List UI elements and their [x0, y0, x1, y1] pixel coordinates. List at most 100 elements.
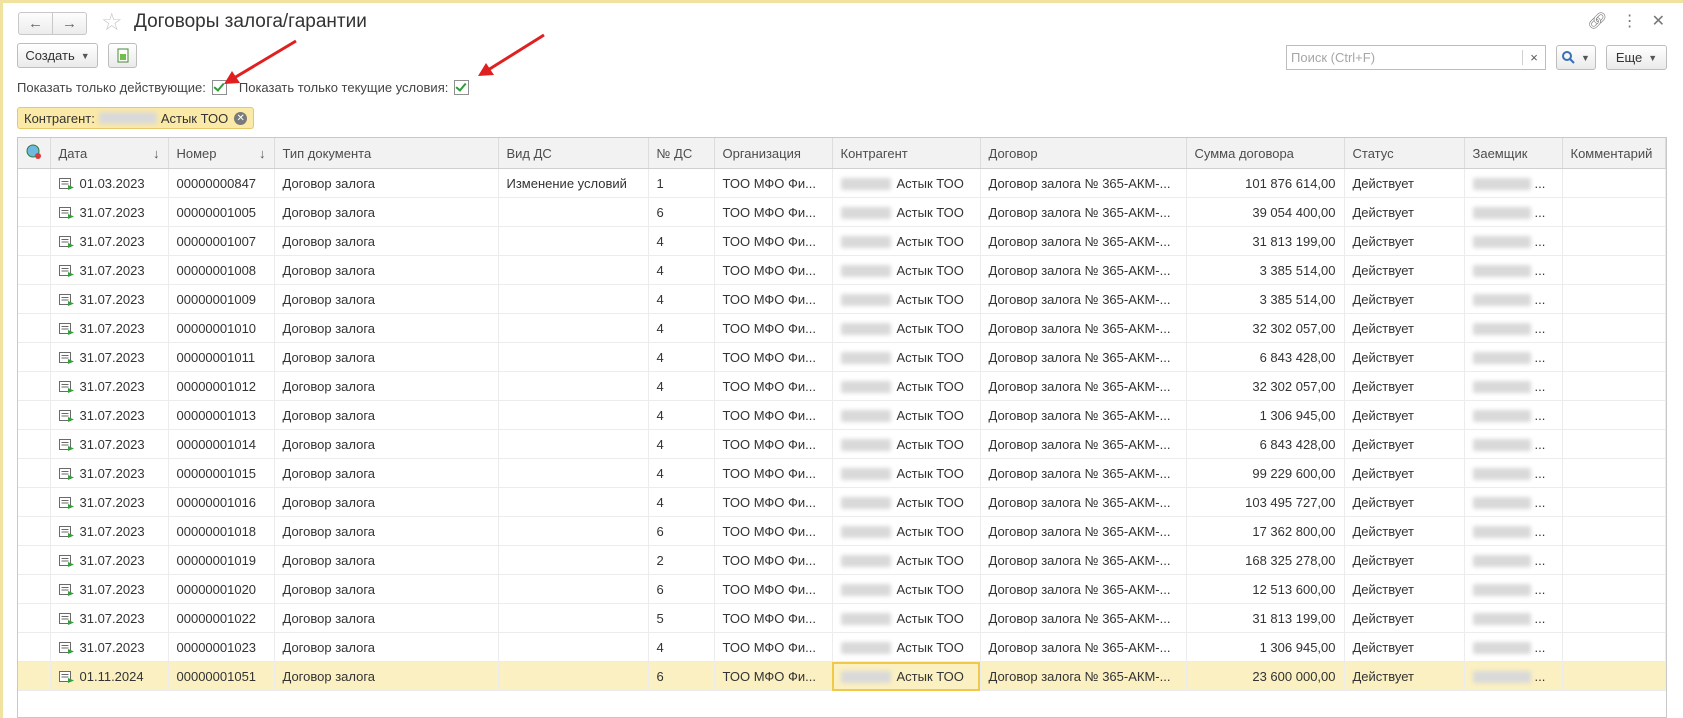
cell-contract[interactable]: Договор залога № 365-АКМ-... — [980, 197, 1187, 227]
cell-date[interactable]: 31.07.2023 — [50, 371, 169, 401]
cell-borrower[interactable]: ... — [1464, 661, 1563, 691]
cell-borrower[interactable]: ... — [1464, 284, 1563, 314]
cell-status[interactable]: Действует — [1344, 574, 1465, 604]
more-button[interactable]: Еще ▼ — [1606, 45, 1667, 70]
cell-borrower[interactable]: ... — [1464, 429, 1563, 459]
cell-kind[interactable] — [498, 226, 649, 256]
cell-borrower[interactable]: ... — [1464, 400, 1563, 430]
cell-contract[interactable]: Договор залога № 365-АКМ-... — [980, 255, 1187, 285]
cell-organization[interactable]: ТОО МФО Фи... — [714, 661, 833, 691]
table-row[interactable]: 31.07.2023 00000001012 Договор залога 4 ТОО … — [18, 371, 1666, 401]
cell-counterparty[interactable]: Астык ТОО — [832, 458, 981, 488]
cell-number[interactable]: 00000001016 — [168, 487, 275, 517]
cell-ds[interactable]: 4 — [648, 632, 715, 662]
cell-date[interactable]: 01.03.2023 — [50, 168, 169, 198]
cell-date[interactable]: 31.07.2023 — [50, 574, 169, 604]
cell-borrower[interactable]: ... — [1464, 342, 1563, 372]
cell-type[interactable]: Договор залога — [274, 168, 499, 198]
cell-type[interactable]: Договор залога — [274, 400, 499, 430]
cell-date[interactable]: 31.07.2023 — [50, 458, 169, 488]
cell-borrower[interactable]: ... — [1464, 545, 1563, 575]
cell-counterparty[interactable]: Астык ТОО — [832, 255, 981, 285]
cell-organization[interactable]: ТОО МФО Фи... — [714, 371, 833, 401]
cell-date[interactable]: 31.07.2023 — [50, 603, 169, 633]
cell-sum[interactable]: 12 513 600,00 — [1186, 574, 1345, 604]
cell-status[interactable]: Действует — [1344, 632, 1465, 662]
cell-kind[interactable] — [498, 429, 649, 459]
cell-borrower[interactable]: ... — [1464, 632, 1563, 662]
cell-sum[interactable]: 103 495 727,00 — [1186, 487, 1345, 517]
cell-comment[interactable] — [1562, 255, 1666, 285]
cell-icon[interactable] — [18, 516, 51, 546]
cell-ds[interactable]: 1 — [648, 168, 715, 198]
cell-kind[interactable] — [498, 197, 649, 227]
cell-status[interactable]: Действует — [1344, 429, 1465, 459]
cell-date[interactable]: 31.07.2023 — [50, 429, 169, 459]
cell-number[interactable]: 00000000847 — [168, 168, 275, 198]
cell-number[interactable]: 00000001051 — [168, 661, 275, 691]
cell-contract[interactable]: Договор залога № 365-АКМ-... — [980, 661, 1187, 691]
cell-contract[interactable]: Договор залога № 365-АКМ-... — [980, 313, 1187, 343]
cell-sum[interactable]: 6 843 428,00 — [1186, 342, 1345, 372]
cell-organization[interactable]: ТОО МФО Фи... — [714, 400, 833, 430]
table-row[interactable]: 31.07.2023 00000001019 Договор залога 2 ТОО … — [18, 545, 1666, 575]
column-header-status[interactable]: Статус — [1344, 138, 1465, 169]
back-button[interactable]: ← — [18, 12, 53, 35]
column-header-type[interactable]: Тип документа — [274, 138, 499, 169]
cell-comment[interactable] — [1562, 516, 1666, 546]
cell-comment[interactable] — [1562, 661, 1666, 691]
cell-status[interactable]: Действует — [1344, 545, 1465, 575]
cell-type[interactable]: Договор залога — [274, 632, 499, 662]
cell-borrower[interactable]: ... — [1464, 197, 1563, 227]
cell-ds[interactable]: 4 — [648, 255, 715, 285]
cell-organization[interactable]: ТОО МФО Фи... — [714, 574, 833, 604]
cell-counterparty[interactable]: Астык ТОО — [832, 342, 981, 372]
cell-number[interactable]: 00000001014 — [168, 429, 275, 459]
cell-status[interactable]: Действует — [1344, 284, 1465, 314]
cell-number[interactable]: 00000001011 — [168, 342, 275, 372]
column-header-number[interactable]: Номер ↓ — [168, 138, 275, 169]
cell-type[interactable]: Договор залога — [274, 603, 499, 633]
cell-organization[interactable]: ТОО МФО Фи... — [714, 458, 833, 488]
cell-status[interactable]: Действует — [1344, 342, 1465, 372]
cell-organization[interactable]: ТОО МФО Фи... — [714, 168, 833, 198]
cell-contract[interactable]: Договор залога № 365-АКМ-... — [980, 400, 1187, 430]
cell-counterparty[interactable]: Астык ТОО — [832, 371, 981, 401]
cell-type[interactable]: Договор залога — [274, 284, 499, 314]
cell-type[interactable]: Договор залога — [274, 313, 499, 343]
cell-sum[interactable]: 101 876 614,00 — [1186, 168, 1345, 198]
table-row[interactable]: 31.07.2023 00000001016 Договор залога 4 ТОО … — [18, 487, 1666, 517]
cell-status[interactable]: Действует — [1344, 400, 1465, 430]
create-copy-button[interactable] — [108, 43, 137, 68]
cell-kind[interactable] — [498, 400, 649, 430]
table-row[interactable]: 31.07.2023 00000001010 Договор залога 4 ТОО … — [18, 313, 1666, 343]
cell-number[interactable]: 00000001019 — [168, 545, 275, 575]
cell-sum[interactable]: 168 325 278,00 — [1186, 545, 1345, 575]
cell-comment[interactable] — [1562, 458, 1666, 488]
table-row[interactable]: 31.07.2023 00000001018 Договор залога 6 ТОО … — [18, 516, 1666, 546]
cell-counterparty[interactable]: Астык ТОО — [832, 197, 981, 227]
cell-icon[interactable] — [18, 313, 51, 343]
remove-filter-icon[interactable]: ✕ — [234, 111, 248, 125]
close-icon[interactable]: ✕ — [1652, 11, 1665, 31]
cell-contract[interactable]: Договор залога № 365-АКМ-... — [980, 371, 1187, 401]
cell-date[interactable]: 31.07.2023 — [50, 255, 169, 285]
search-options-button[interactable]: ▼ — [1556, 45, 1596, 70]
cell-kind[interactable] — [498, 603, 649, 633]
cell-type[interactable]: Договор залога — [274, 371, 499, 401]
cell-kind[interactable] — [498, 487, 649, 517]
cell-sum[interactable]: 99 229 600,00 — [1186, 458, 1345, 488]
cell-comment[interactable] — [1562, 603, 1666, 633]
cell-borrower[interactable]: ... — [1464, 487, 1563, 517]
cell-organization[interactable]: ТОО МФО Фи... — [714, 255, 833, 285]
cell-status[interactable]: Действует — [1344, 516, 1465, 546]
cell-type[interactable]: Договор залога — [274, 342, 499, 372]
table-row[interactable]: 31.07.2023 00000001011 Договор залога 4 ТОО … — [18, 342, 1666, 372]
cell-contract[interactable]: Договор залога № 365-АКМ-... — [980, 226, 1187, 256]
cell-ds[interactable]: 4 — [648, 458, 715, 488]
cell-ds[interactable]: 4 — [648, 371, 715, 401]
cell-kind[interactable] — [498, 313, 649, 343]
cell-comment[interactable] — [1562, 400, 1666, 430]
current-terms-checkbox[interactable] — [454, 80, 470, 95]
cell-status[interactable]: Действует — [1344, 168, 1465, 198]
